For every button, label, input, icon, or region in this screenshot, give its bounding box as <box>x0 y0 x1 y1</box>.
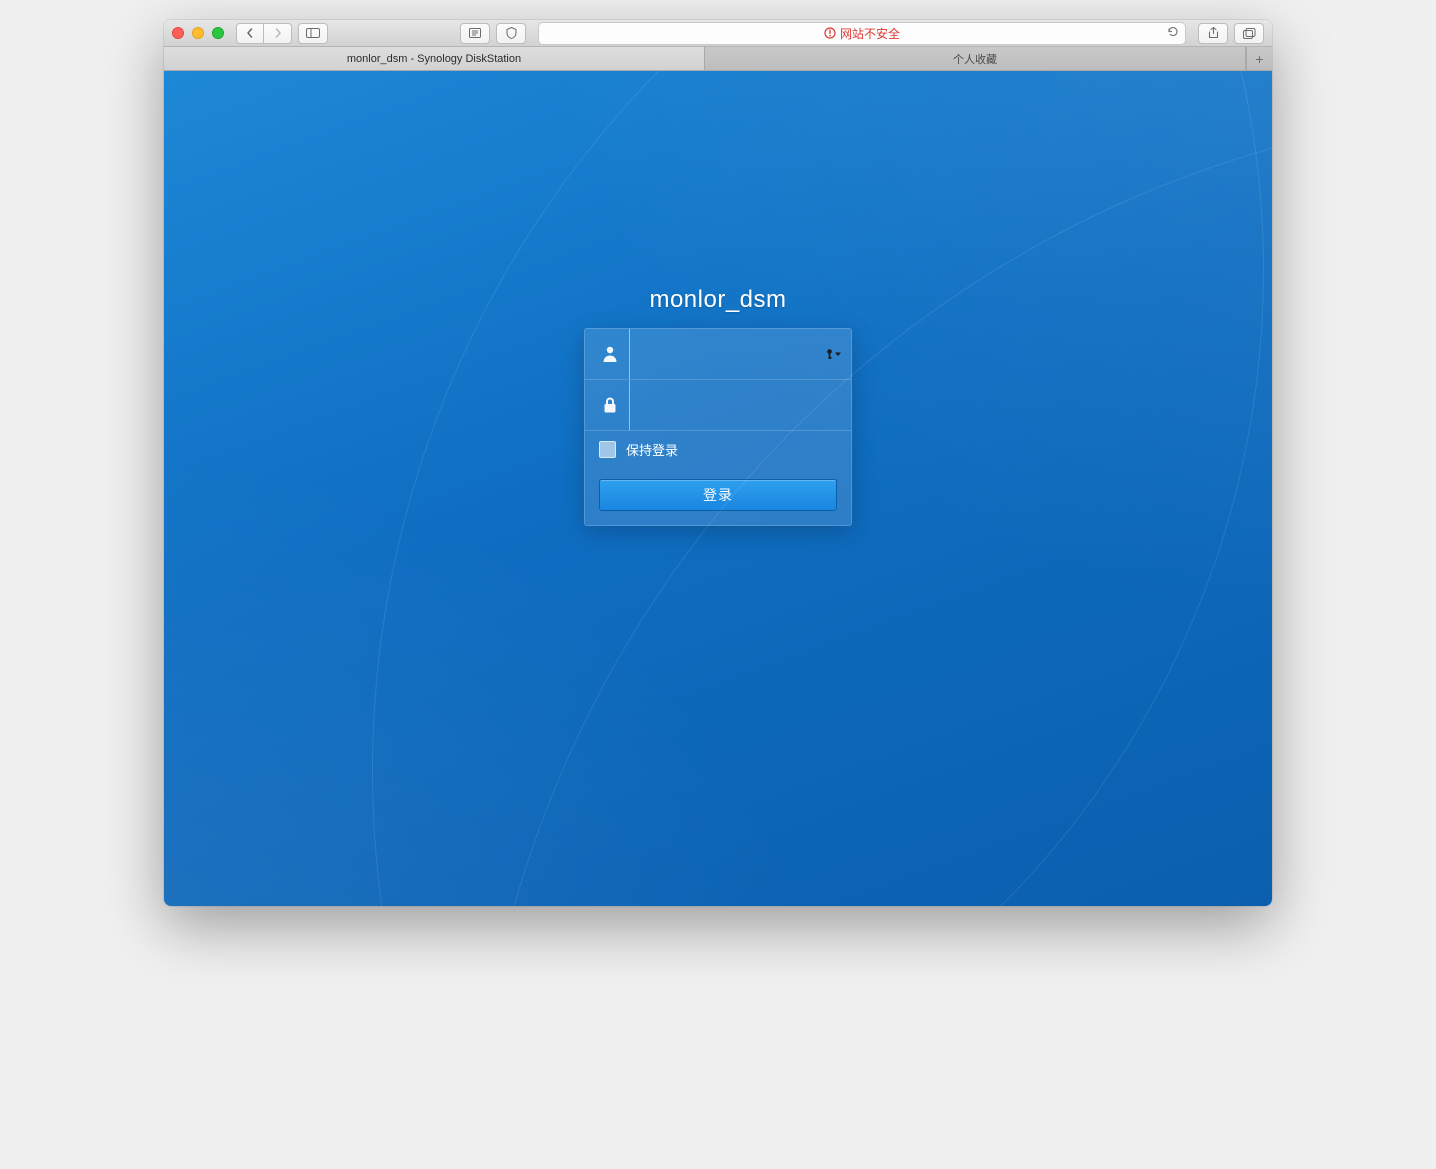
tab-title: monlor_dsm - Synology DiskStation <box>347 53 521 65</box>
maximize-window-button[interactable] <box>212 27 224 39</box>
show-tabs-button[interactable] <box>1234 23 1264 44</box>
tab-title: 个人收藏 <box>953 51 997 67</box>
tab-active[interactable]: monlor_dsm - Synology DiskStation <box>164 47 705 70</box>
chevron-down-icon <box>835 352 841 356</box>
share-button[interactable] <box>1198 23 1228 44</box>
address-bar[interactable]: 网站不安全 <box>538 22 1186 45</box>
lock-icon <box>599 396 621 414</box>
security-warning-text: 网站不安全 <box>840 25 900 42</box>
tab-favorites[interactable]: 个人收藏 <box>705 47 1246 70</box>
hostname-title: monlor_dsm <box>584 286 852 314</box>
submit-row: 登录 <box>585 467 851 525</box>
reader-button[interactable] <box>460 23 490 44</box>
user-icon <box>599 345 621 363</box>
privacy-report-button[interactable] <box>496 23 526 44</box>
security-warning: 网站不安全 <box>824 25 900 42</box>
browser-window: 网站不安全 monlor_dsm - Synology DiskStation … <box>164 20 1272 906</box>
tab-bar: monlor_dsm - Synology DiskStation 个人收藏 + <box>164 47 1272 71</box>
key-icon <box>825 349 834 360</box>
remember-row: 保持登录 <box>585 431 851 467</box>
password-input[interactable] <box>629 380 837 430</box>
username-input[interactable] <box>629 329 837 379</box>
reload-button[interactable] <box>1167 26 1179 41</box>
nav-button-group <box>236 23 292 44</box>
sidebar-toggle-button[interactable] <box>298 23 328 44</box>
page-content: monlor_dsm <box>164 71 1272 906</box>
new-tab-button[interactable]: + <box>1246 47 1272 70</box>
browser-toolbar: 网站不安全 <box>164 20 1272 47</box>
window-controls <box>172 27 224 39</box>
login-form: 保持登录 登录 <box>584 328 852 526</box>
back-button[interactable] <box>236 23 264 44</box>
close-window-button[interactable] <box>172 27 184 39</box>
password-field-row <box>585 380 851 431</box>
username-field-row <box>585 329 851 380</box>
login-button[interactable]: 登录 <box>599 479 837 511</box>
remember-label: 保持登录 <box>626 440 678 459</box>
minimize-window-button[interactable] <box>192 27 204 39</box>
warning-icon <box>824 27 836 39</box>
forward-button[interactable] <box>264 23 292 44</box>
password-autofill-button[interactable] <box>825 349 841 360</box>
login-panel: monlor_dsm <box>584 286 852 526</box>
remember-checkbox[interactable] <box>599 441 616 458</box>
